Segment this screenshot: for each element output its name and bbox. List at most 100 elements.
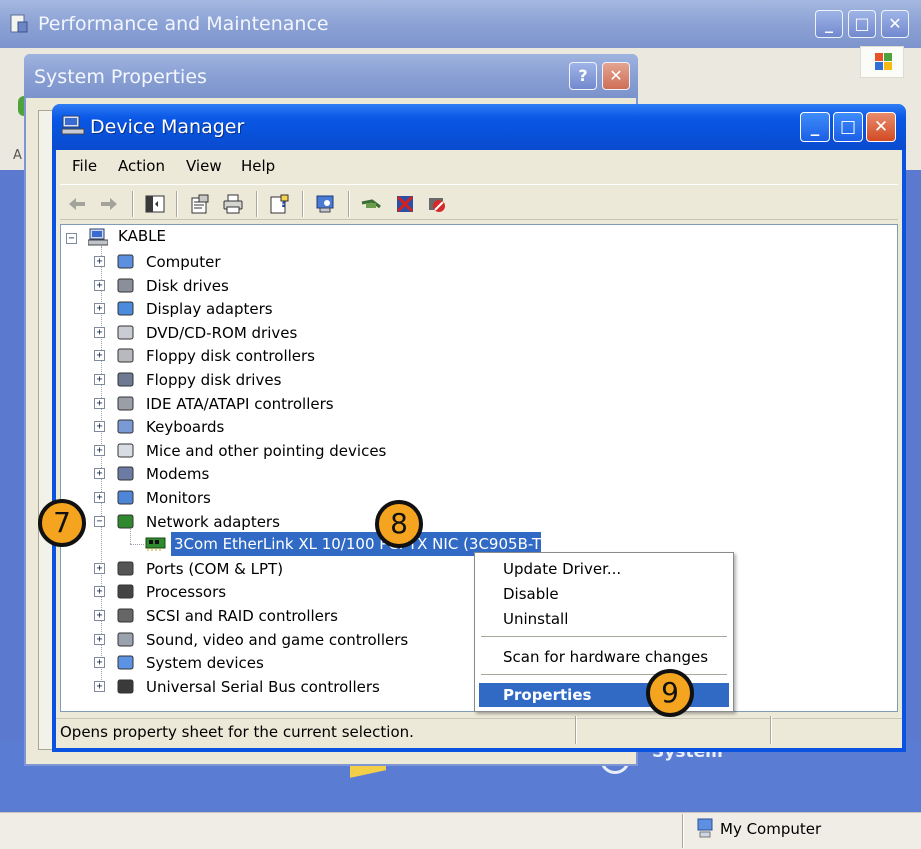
expand-icon[interactable]: + (94, 657, 105, 669)
tree-category-label: Display adapters (146, 300, 273, 319)
expand-icon[interactable]: + (94, 492, 105, 503)
tree-category-label: Mice and other pointing devices (146, 441, 387, 460)
toolbar: ? (60, 184, 898, 220)
menu-item-update-driver[interactable]: Update Driver... (479, 557, 729, 581)
context-menu: Update Driver... Disable Uninstall Scan … (474, 552, 734, 712)
expand-icon[interactable]: + (94, 303, 105, 315)
expand-icon[interactable]: + (94, 421, 105, 433)
print-icon[interactable] (222, 193, 244, 215)
expand-icon[interactable]: + (94, 444, 105, 456)
status-separator (770, 716, 772, 744)
menu-help[interactable]: Help (241, 157, 275, 175)
expand-icon[interactable]: + (94, 680, 105, 692)
tree-category-label: SCSI and RAID controllers (146, 607, 338, 625)
device-manager-icon (61, 115, 85, 135)
forward-icon[interactable] (98, 193, 120, 215)
tree-category-label: Floppy disk controllers (146, 347, 315, 366)
keyboard-icon (117, 419, 134, 434)
menu-view[interactable]: View (186, 157, 222, 175)
tree-category-label: Disk drives (146, 276, 229, 295)
mouse-icon (117, 443, 134, 458)
processor-icon (117, 584, 134, 599)
expand-icon[interactable]: + (94, 350, 105, 362)
tree-category-label: IDE ATA/ATAPI controllers (146, 394, 334, 413)
back-icon[interactable] (66, 193, 88, 215)
status-location: My Computer (720, 820, 822, 838)
help-icon[interactable]: ? (268, 193, 290, 215)
scsi-icon (117, 608, 134, 623)
update-driver-icon[interactable] (360, 193, 382, 215)
tree-category-label: Modems (146, 465, 210, 484)
close-button[interactable]: ✕ (881, 10, 909, 38)
control-panel-icon (10, 14, 28, 33)
status-text: Opens property sheet for the current sel… (60, 723, 414, 741)
expand-icon[interactable]: + (94, 562, 105, 574)
minimize-button[interactable]: _ (815, 10, 843, 38)
tree-category-label: Universal Serial Bus controllers (146, 677, 380, 696)
menu-action[interactable]: Action (118, 157, 165, 175)
maximize-button[interactable]: □ (848, 10, 876, 38)
scan-hardware-icon[interactable] (314, 193, 336, 215)
menu-separator (481, 674, 727, 675)
expand-icon[interactable]: + (94, 279, 105, 291)
floppy-drive-icon (117, 372, 134, 387)
status-separator (575, 716, 577, 744)
close-button[interactable]: ✕ (866, 112, 896, 142)
expand-icon[interactable]: + (94, 610, 105, 621)
ide-controller-icon (117, 396, 134, 411)
tree-guide-line (130, 544, 144, 545)
monitor-icon (117, 490, 134, 505)
system-properties-title: System Properties (34, 66, 207, 88)
disable-icon[interactable] (426, 193, 448, 215)
help-button[interactable]: ? (569, 62, 597, 90)
computer-icon (88, 228, 108, 246)
network-adapter-icon (117, 514, 134, 529)
window-title: Performance and Maintenance (38, 13, 329, 35)
tree-category-label: Computer (146, 253, 221, 271)
menu-item-scan-hardware[interactable]: Scan for hardware changes (479, 645, 729, 669)
expand-icon[interactable]: + (94, 468, 105, 480)
tree-category-label: Keyboards (146, 418, 225, 437)
expand-icon[interactable]: + (94, 397, 105, 409)
root-label: KABLE (118, 227, 166, 245)
tree-category-label: Ports (COM & LPT) (146, 559, 284, 578)
my-computer-icon (697, 818, 713, 838)
computer-icon (117, 254, 134, 269)
close-button[interactable]: ✕ (602, 62, 630, 90)
toolbar-separator (132, 191, 134, 217)
menu-separator (481, 636, 727, 637)
network-card-icon (145, 537, 166, 551)
maximize-button[interactable]: □ (833, 112, 863, 142)
usb-icon (117, 679, 134, 694)
floppy-controller-icon (117, 348, 134, 363)
menu-item-disable[interactable]: Disable (479, 582, 729, 606)
show-hide-console-tree-icon[interactable] (144, 193, 166, 215)
disk-drive-icon (117, 278, 134, 293)
expand-icon[interactable]: + (94, 256, 105, 267)
expand-icon[interactable]: + (94, 326, 105, 338)
menu-bar: File Action View Help (60, 152, 898, 180)
menu-item-uninstall[interactable]: Uninstall (479, 607, 729, 631)
collapse-icon[interactable]: − (94, 515, 105, 527)
device-manager-title: Device Manager (90, 116, 245, 138)
tree-category-label: System devices (146, 654, 264, 673)
properties-icon[interactable] (188, 193, 210, 215)
menu-file[interactable]: File (72, 157, 97, 175)
tree-category-label: Processors (146, 583, 227, 602)
expand-icon[interactable]: + (94, 374, 105, 385)
display-adapter-icon (117, 301, 134, 316)
expand-icon[interactable]: + (94, 586, 105, 598)
toolbar-separator (256, 191, 258, 217)
toolbar-separator (176, 191, 178, 217)
status-separator (682, 814, 684, 848)
tree-category-label: Floppy disk drives (146, 371, 282, 389)
callout-step-7: 7 (38, 499, 86, 547)
minimize-button[interactable]: _ (800, 112, 830, 142)
tree-category-label: Network adapters (146, 512, 280, 531)
uninstall-icon[interactable] (394, 193, 416, 215)
dvd-drive-icon (117, 325, 134, 340)
expand-icon[interactable]: + (94, 633, 105, 645)
callout-step-8: 8 (375, 500, 423, 548)
tree-category-label: Monitors (146, 489, 211, 507)
collapse-icon[interactable]: − (66, 233, 77, 244)
